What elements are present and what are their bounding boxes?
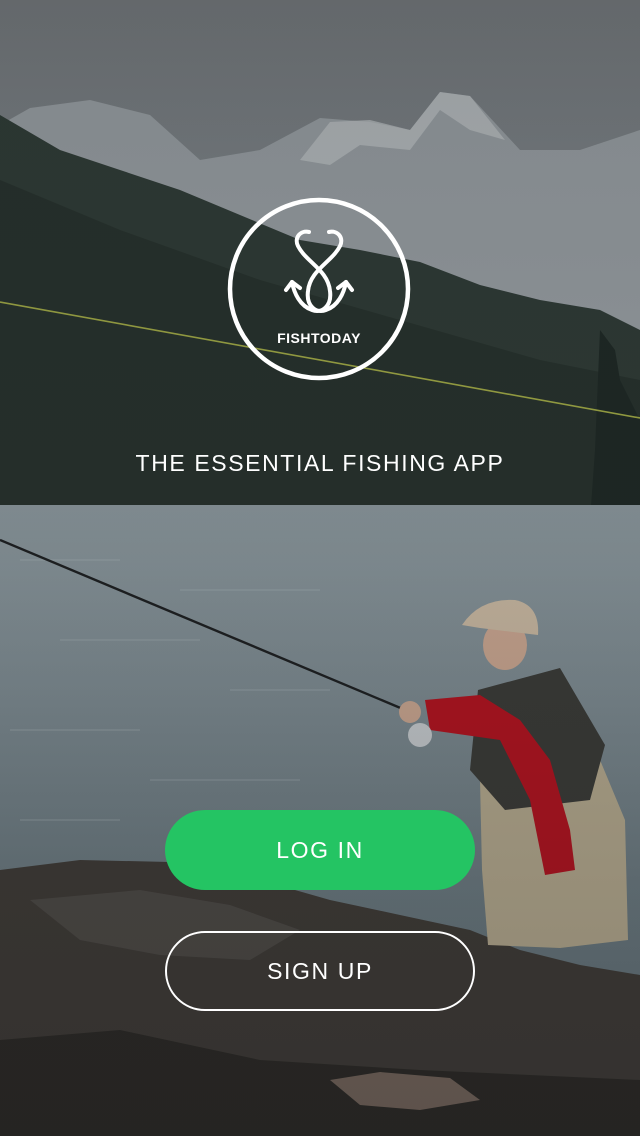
fish-hooks-icon — [227, 197, 411, 381]
login-button[interactable]: LOG IN — [165, 810, 475, 890]
brand-name: FISHTODAY — [277, 330, 361, 346]
signup-button[interactable]: SIGN UP — [165, 931, 475, 1011]
tagline: THE ESSENTIAL FISHING APP — [135, 450, 505, 476]
